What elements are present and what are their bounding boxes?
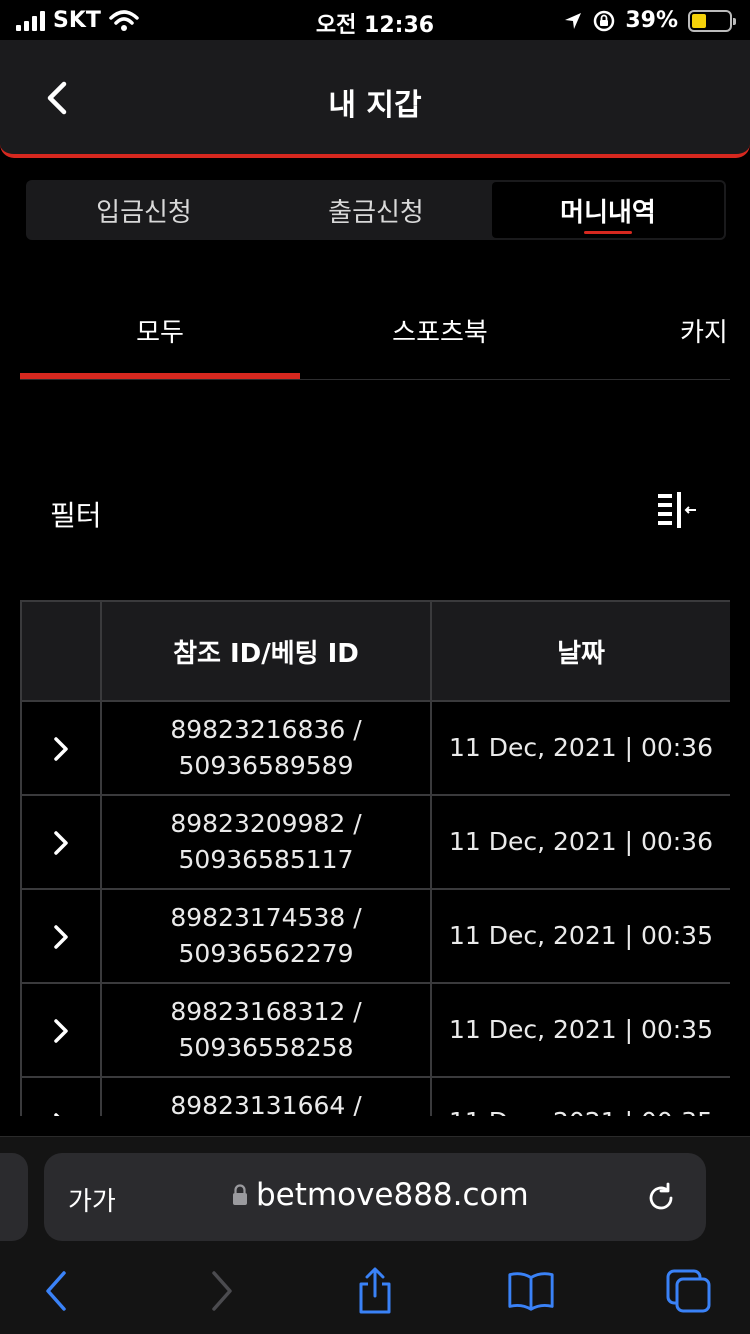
ref-id: 89823174538 / xyxy=(170,903,362,932)
reference-id-cell: 89823131664 / xyxy=(100,1076,432,1116)
reference-id-cell: 89823209982 / 50936585117 xyxy=(100,794,432,890)
table-row[interactable]: 89823209982 / 50936585117 11 Dec, 2021 |… xyxy=(20,794,730,890)
chevron-left-icon xyxy=(46,1271,66,1311)
location-arrow-icon xyxy=(565,12,582,29)
ref-id: 89823209982 / xyxy=(170,809,362,838)
tabs-button[interactable] xyxy=(664,1267,714,1315)
chevron-right-icon xyxy=(54,737,68,761)
bet-id: 50936589589 xyxy=(178,751,354,780)
text-size-button[interactable]: 가가 xyxy=(68,1181,116,1218)
header-expand xyxy=(20,600,102,702)
expand-row-button[interactable] xyxy=(20,794,102,890)
table-row[interactable]: 89823174538 / 50936562279 11 Dec, 2021 |… xyxy=(20,888,730,984)
page-title: 내 지갑 xyxy=(328,88,422,123)
orientation-lock-icon xyxy=(594,10,615,31)
category-tabs: 모두 스포츠북 카지 xyxy=(20,282,730,380)
browser-toolbar: 가가 betmove888.com xyxy=(0,1136,750,1334)
share-icon xyxy=(359,1267,391,1314)
header-date: 날짜 xyxy=(430,600,730,702)
date-cell: 11 Dec, 2021 | 00:36 xyxy=(430,700,730,796)
tabs-icon xyxy=(666,1269,711,1313)
share-button[interactable] xyxy=(350,1267,400,1315)
reference-id-cell: 89823216836 / 50936589589 xyxy=(100,700,432,796)
filter-label[interactable]: 필터 xyxy=(50,494,102,534)
address-bar[interactable]: 가가 betmove888.com xyxy=(44,1153,706,1241)
app-header: 내 지갑 xyxy=(0,40,750,158)
tab-casino[interactable]: 카지 xyxy=(680,282,730,378)
battery-level xyxy=(692,13,706,28)
bet-id: 50936585117 xyxy=(178,845,354,874)
wallet-segment-control: 입금신청 출금신청 머니내역 xyxy=(26,180,726,240)
status-right: 39% xyxy=(563,8,736,33)
table-row[interactable]: 89823216836 / 50936589589 11 Dec, 2021 |… xyxy=(20,700,730,796)
browser-forward-button[interactable] xyxy=(196,1267,246,1315)
expand-row-button[interactable] xyxy=(20,700,102,796)
active-tab-indicator xyxy=(20,373,300,379)
history-table: 참조 ID/베팅 ID 날짜 89823216836 / 50936589589… xyxy=(20,600,730,1116)
segment-money-history[interactable]: 머니내역 xyxy=(492,182,724,238)
date-cell: 11 Dec, 2021 | 00:35 xyxy=(430,982,730,1078)
header-reference-id: 참조 ID/베팅 ID xyxy=(100,600,432,702)
chevron-right-icon xyxy=(54,1113,60,1116)
segment-deposit-request[interactable]: 입금신청 xyxy=(28,182,260,238)
chevron-right-icon xyxy=(54,831,68,855)
table-row[interactable]: 89823131664 / 11 Dec, 2021 | 00:35 xyxy=(20,1076,730,1116)
browser-back-button[interactable] xyxy=(32,1267,82,1315)
reference-id-cell: 89823168312 / 50936558258 xyxy=(100,982,432,1078)
history-table-wrapper: 참조 ID/베팅 ID 날짜 89823216836 / 50936589589… xyxy=(20,600,730,1116)
reference-id-cell: 89823174538 / 50936562279 xyxy=(100,888,432,984)
tab-all[interactable]: 모두 xyxy=(20,282,300,378)
date-cell: 11 Dec, 2021 | 00:35 xyxy=(430,888,730,984)
table-row[interactable]: 89823168312 / 50936558258 11 Dec, 2021 |… xyxy=(20,982,730,1078)
status-bar: SKT 오전 12:36 39% xyxy=(0,0,750,40)
reload-icon[interactable] xyxy=(644,1177,678,1217)
tab-sportsbook[interactable]: 스포츠북 xyxy=(300,282,580,378)
ref-id: 89823216836 / xyxy=(170,715,362,744)
ref-id: 89823131664 / xyxy=(170,1091,362,1116)
expand-row-button[interactable] xyxy=(20,982,102,1078)
bet-id: 50936558258 xyxy=(178,1033,354,1062)
table-header-row: 참조 ID/베팅 ID 날짜 xyxy=(20,600,730,702)
expand-row-button[interactable] xyxy=(20,888,102,984)
date-cell: 11 Dec, 2021 | 00:36 xyxy=(430,794,730,890)
date-cell: 11 Dec, 2021 | 00:35 xyxy=(430,1076,730,1116)
chevron-right-icon xyxy=(54,1019,68,1043)
bet-id: 50936562279 xyxy=(178,939,354,968)
chevron-right-icon xyxy=(54,925,68,949)
bookmarks-button[interactable] xyxy=(506,1267,556,1315)
expand-row-button[interactable] xyxy=(20,1076,102,1116)
previous-tab-peek[interactable] xyxy=(0,1153,28,1241)
chevron-right-icon xyxy=(212,1271,232,1311)
url-text: betmove888.com xyxy=(256,1177,529,1213)
filter-collapse-icon[interactable] xyxy=(654,490,702,530)
book-icon xyxy=(508,1272,554,1311)
ref-id: 89823168312 / xyxy=(170,997,362,1026)
battery-icon xyxy=(688,9,736,32)
segment-withdraw-request[interactable]: 출금신청 xyxy=(260,182,492,238)
battery-percent: 39% xyxy=(625,8,678,33)
lock-icon xyxy=(233,1184,247,1205)
